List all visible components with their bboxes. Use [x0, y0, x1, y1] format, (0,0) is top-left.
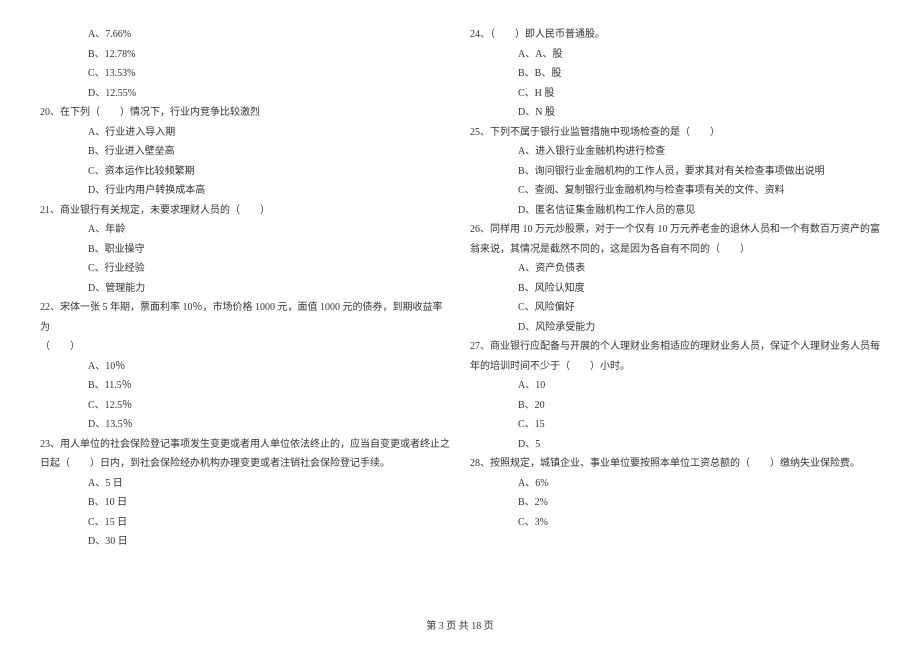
question-22-line2: （ ）	[40, 337, 450, 357]
option-21b: B、职业操守	[40, 240, 450, 260]
option-26d: D、风险承受能力	[470, 318, 880, 338]
question-20: 20、在下列（ ）情况下，行业内竞争比较激烈	[40, 103, 450, 123]
option-25d: D、匿名信征集金融机构工作人员的意见	[470, 201, 880, 221]
option-24b: B、B、股	[470, 64, 880, 84]
option-21a: A、年龄	[40, 220, 450, 240]
option-22d: D、13.5％	[40, 415, 450, 435]
option-20b: B、行业进入壁垒高	[40, 142, 450, 162]
option-28c: C、3%	[470, 513, 880, 533]
option-27c: C、15	[470, 415, 880, 435]
question-27-line2: 年的培训时间不少于（ ）小时。	[470, 357, 880, 377]
option-25a: A、进入银行业金融机构进行检查	[470, 142, 880, 162]
option-24c: C、H 股	[470, 84, 880, 104]
option-24a: A、A、股	[470, 45, 880, 65]
option-22c: C、12.5％	[40, 396, 450, 416]
option-28a: A、6%	[470, 474, 880, 494]
option-21d: D、管理能力	[40, 279, 450, 299]
option-23a: A、5 日	[40, 474, 450, 494]
question-22-line1: 22、宋体一张 5 年期，票面利率 10％，市场价格 1000 元，面值 100…	[40, 298, 450, 337]
option-22a: A、10％	[40, 357, 450, 377]
option-23c: C、15 日	[40, 513, 450, 533]
option-22b: B、11.5％	[40, 376, 450, 396]
question-26-line1: 26、同样用 10 万元炒股票，对于一个仅有 10 万元养老金的退休人员和一个有…	[470, 220, 880, 240]
option-20a: A、行业进入导入期	[40, 123, 450, 143]
option-27d: D、5	[470, 435, 880, 455]
option-26b: B、风险认知度	[470, 279, 880, 299]
left-column: A、7.66% B、12.78% C、13.53% D、12.55% 20、在下…	[40, 25, 450, 605]
option-19d: D、12.55%	[40, 84, 450, 104]
option-28b: B、2%	[470, 493, 880, 513]
option-25c: C、查阅、复制银行业金融机构与检查事项有关的文件、资料	[470, 181, 880, 201]
right-column: 24、（ ）即人民币普通股。 A、A、股 B、B、股 C、H 股 D、N 股 2…	[470, 25, 880, 605]
option-19a: A、7.66%	[40, 25, 450, 45]
question-24: 24、（ ）即人民币普通股。	[470, 25, 880, 45]
option-24d: D、N 股	[470, 103, 880, 123]
page-footer: 第 3 页 共 18 页	[0, 617, 920, 632]
question-28: 28、按照规定，城镇企业、事业单位要按照本单位工资总额的（ ）缴纳失业保险费。	[470, 454, 880, 474]
question-26-line2: 翁来说，其情况是截然不同的，这是因为各自有不同的（ ）	[470, 240, 880, 260]
option-21c: C、行业经验	[40, 259, 450, 279]
option-23d: D、30 日	[40, 532, 450, 552]
option-23b: B、10 日	[40, 493, 450, 513]
option-19b: B、12.78%	[40, 45, 450, 65]
option-25b: B、询问银行业金融机构的工作人员，要求其对有关检查事项做出说明	[470, 162, 880, 182]
question-27-line1: 27、商业银行应配备与开展的个人理财业务相适应的理财业务人员，保证个人理财业务人…	[470, 337, 880, 357]
question-23-line2: 日起（ ）日内，到社会保险经办机构办理变更或者注销社会保险登记手续。	[40, 454, 450, 474]
question-25: 25、下列不属于银行业监管措施中现场检查的是（ ）	[470, 123, 880, 143]
question-23-line1: 23、用人单位的社会保险登记事项发生变更或者用人单位依法终止的，应当自变更或者终…	[40, 435, 450, 455]
document-body: A、7.66% B、12.78% C、13.53% D、12.55% 20、在下…	[40, 25, 880, 605]
option-27a: A、10	[470, 376, 880, 396]
option-20c: C、资本运作比较频繁期	[40, 162, 450, 182]
option-20d: D、行业内用户转换成本高	[40, 181, 450, 201]
question-21: 21、商业银行有关规定，未要求理财人员的（ ）	[40, 201, 450, 221]
option-26a: A、资产负债表	[470, 259, 880, 279]
option-19c: C、13.53%	[40, 64, 450, 84]
option-26c: C、风险偏好	[470, 298, 880, 318]
option-27b: B、20	[470, 396, 880, 416]
